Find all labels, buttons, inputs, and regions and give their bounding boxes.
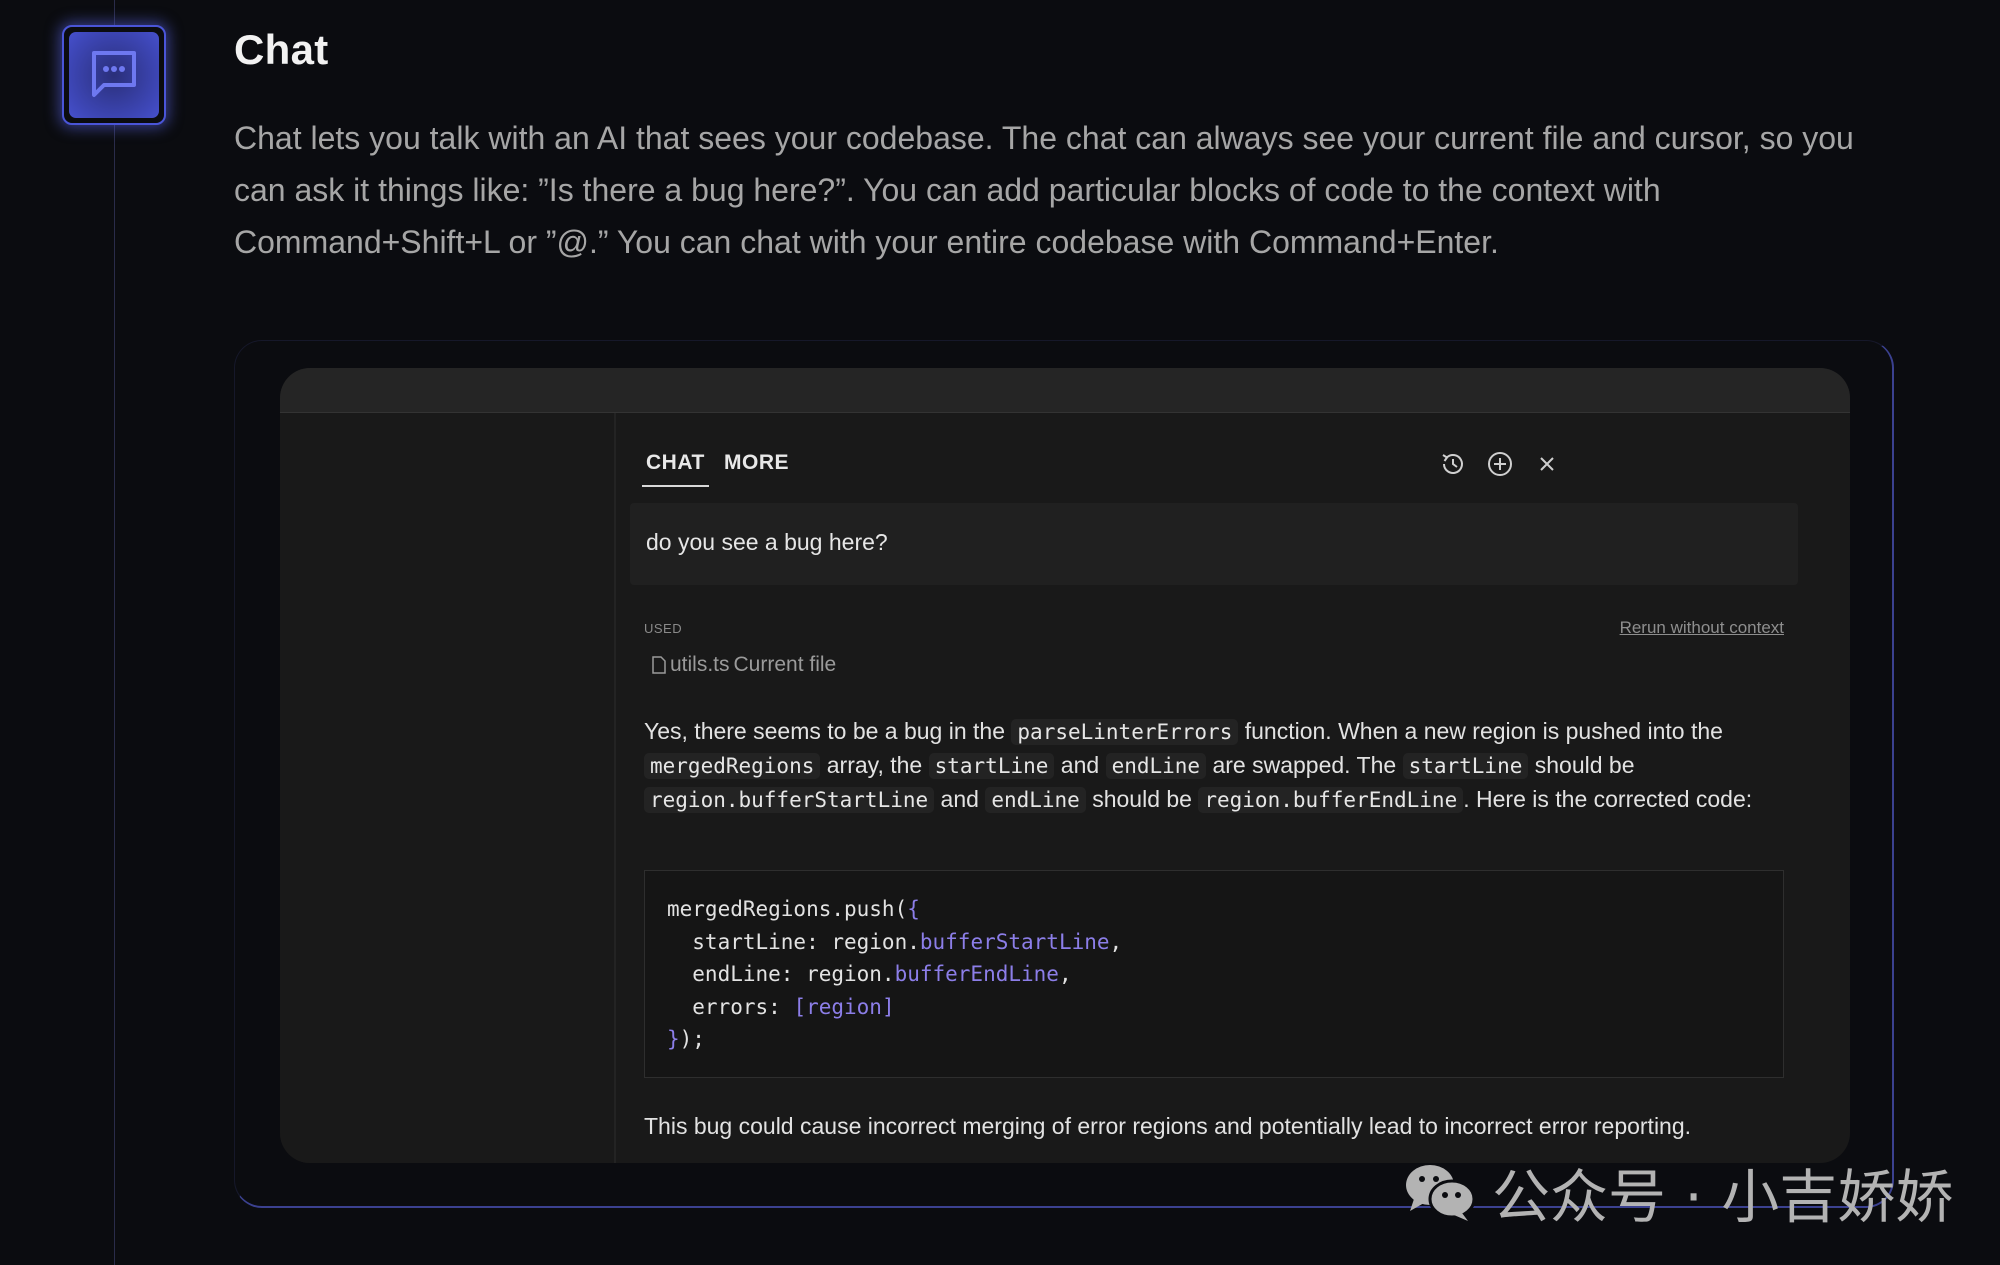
wechat-icon (1406, 1165, 1476, 1221)
rerun-without-context-link[interactable]: Rerun without context (1620, 618, 1784, 638)
context-file-name: utils.ts (670, 653, 730, 676)
close-button[interactable] (1532, 449, 1562, 479)
context-file-chip[interactable]: utils.ts Current file (652, 653, 836, 677)
inline-code: region.bufferStartLine (644, 787, 935, 813)
new-chat-button[interactable] (1485, 449, 1515, 479)
inline-code: startLine (1402, 753, 1529, 779)
inline-code: region.bufferEndLine (1198, 787, 1464, 813)
tab-more[interactable]: MORE (724, 451, 789, 475)
close-icon (1540, 457, 1554, 471)
history-icon (1442, 454, 1463, 474)
chat-feature-icon-box (62, 25, 166, 125)
app-window: CHAT MORE do you see a bug here? USED Re… (280, 368, 1850, 1163)
timeline-line (114, 0, 115, 1265)
inline-code: endLine (1105, 753, 1207, 779)
tab-chat[interactable]: CHAT (642, 451, 709, 487)
new-chat-plus-icon (1488, 452, 1512, 476)
assistant-closing-text: This bug could cause incorrect merging o… (644, 1113, 1692, 1139)
user-message-text: do you see a bug here? (646, 529, 888, 555)
feature-description: Chat lets you talk with an AI that sees … (234, 120, 1854, 260)
watermark-text: 公众号 · 小吉娇娇 (1492, 1163, 1954, 1231)
window-title-bar (280, 368, 1850, 413)
inline-code: parseLinterErrors (1011, 719, 1239, 745)
chat-panel: CHAT MORE do you see a bug here? USED Re… (616, 413, 1850, 1163)
code-block: mergedRegions.push({ startLine: region.b… (644, 870, 1784, 1078)
assistant-answer: Yes, there seems to be a bug in the pars… (644, 718, 1753, 813)
history-button[interactable] (1438, 449, 1468, 479)
feature-title: Chat (234, 26, 329, 73)
inline-code: endLine (985, 787, 1086, 813)
inline-code: mergedRegions (644, 753, 821, 779)
file-icon (652, 656, 666, 674)
watermark: 公众号 · 小吉娇娇 (1402, 1150, 1953, 1234)
chat-bubble-icon (92, 51, 136, 97)
context-file-note: Current file (733, 653, 837, 676)
editor-sidebar (280, 413, 616, 1163)
inline-code: startLine (928, 753, 1055, 779)
context-used-label: USED (644, 621, 683, 636)
user-message: do you see a bug here? (630, 503, 1798, 585)
